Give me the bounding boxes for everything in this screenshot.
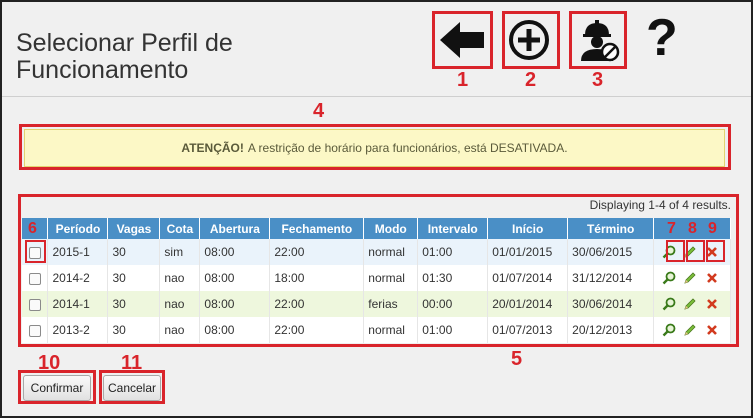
help-icon[interactable]: ?	[646, 12, 678, 64]
callout-box-8	[686, 240, 705, 262]
callout-number-4: 4	[313, 100, 325, 122]
page-title: Selecionar Perfil de Funcionamento	[16, 29, 233, 84]
callout-box-3	[569, 11, 627, 69]
callout-number-8: 8	[688, 220, 697, 237]
callout-number-3: 3	[592, 69, 604, 91]
callout-box-6	[25, 240, 46, 263]
callout-number-9: 9	[708, 220, 717, 237]
callout-box-5	[18, 194, 739, 347]
callout-number-6: 6	[28, 220, 37, 237]
callout-number-1: 1	[457, 69, 469, 91]
callout-number-7: 7	[667, 220, 676, 237]
callout-number-5: 5	[511, 348, 523, 370]
callout-box-2	[502, 11, 560, 69]
callout-box-7	[666, 240, 685, 262]
callout-box-10	[18, 370, 96, 404]
callout-box-9	[706, 240, 725, 262]
callout-box-11	[99, 370, 165, 404]
callout-box-1	[432, 11, 493, 69]
header-divider	[2, 96, 751, 97]
callout-number-2: 2	[525, 69, 537, 91]
callout-box-4	[19, 124, 731, 170]
